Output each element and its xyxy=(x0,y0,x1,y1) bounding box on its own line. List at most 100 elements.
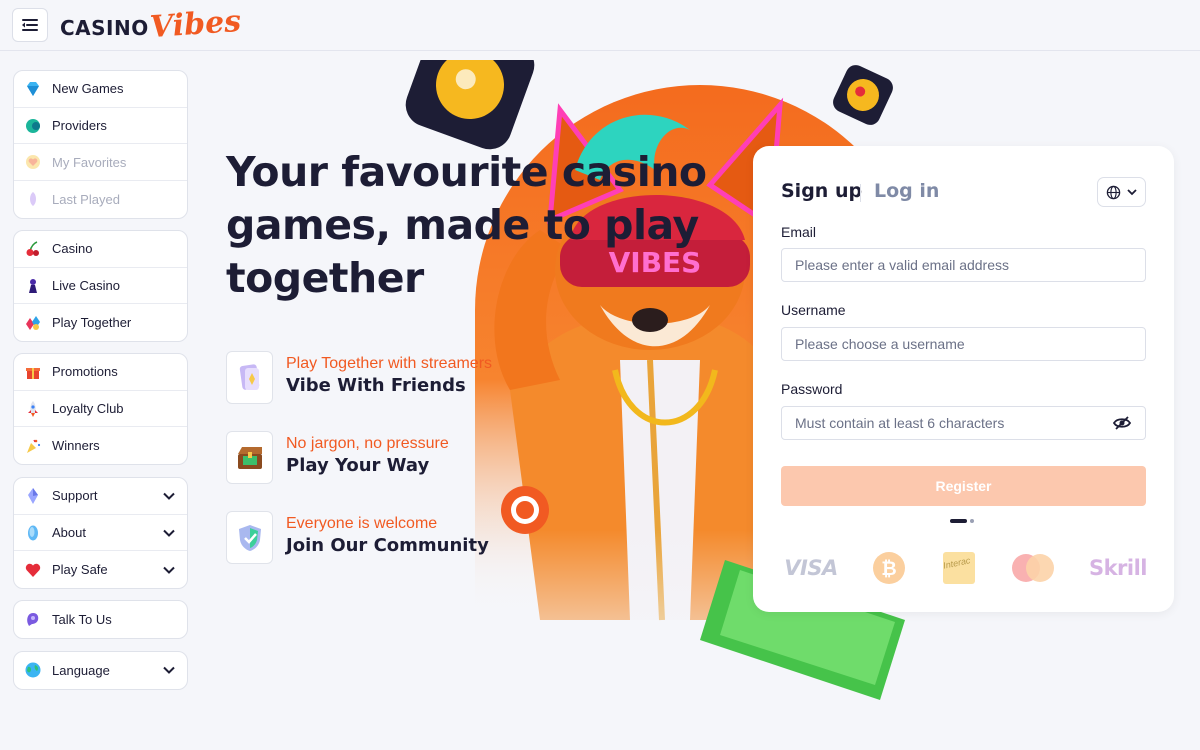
sidebar-group-casino: Casino Live Casino Play Together xyxy=(13,230,188,343)
sidebar-item-label: About xyxy=(52,525,86,541)
mastercard-icon xyxy=(1012,554,1054,582)
hero-title-line: Your favourite casino xyxy=(226,148,707,196)
sidebar-item-last-played[interactable]: Last Played xyxy=(14,181,187,218)
gem-icon xyxy=(24,80,42,98)
menu-icon xyxy=(22,19,38,31)
email-field[interactable] xyxy=(782,249,1145,281)
shield-check-icon xyxy=(238,524,261,551)
feature-icon-box xyxy=(226,431,273,484)
email-label: Email xyxy=(781,224,817,240)
sidebar-group-language: Language xyxy=(13,651,188,690)
svg-text:₿: ₿ xyxy=(881,558,896,580)
chest-icon xyxy=(237,446,262,469)
bitcoin-icon: ₿ xyxy=(873,552,905,584)
feature-tagline: Play Together with streamers xyxy=(286,355,493,372)
chat-icon xyxy=(24,610,42,628)
sidebar-group-games: New Games Providers My Favorites Last Pl… xyxy=(13,70,188,219)
sidebar-group-info: Support About Play Safe xyxy=(13,477,188,590)
feature-icon-box xyxy=(226,351,273,404)
cherry-icon xyxy=(24,240,42,258)
history-icon xyxy=(24,190,42,208)
feature-join-community: Everyone is welcome Join Our Community xyxy=(226,511,546,565)
sidebar-item-my-favorites[interactable]: My Favorites xyxy=(14,144,187,182)
logo-vibes-text: Vibes xyxy=(148,3,242,46)
heart-shield-icon xyxy=(24,561,42,579)
carousel-dot-active[interactable] xyxy=(950,519,967,523)
sidebar-item-label: Play Together xyxy=(52,315,132,331)
register-button[interactable]: Register xyxy=(781,466,1146,506)
sidebar-item-play-safe[interactable]: Play Safe xyxy=(14,551,187,588)
sidebar-item-label: Talk To Us xyxy=(52,611,112,627)
sidebar-item-label: Providers xyxy=(52,118,107,134)
multiplayer-icon xyxy=(24,314,42,332)
feature-tagline: No jargon, no pressure xyxy=(286,435,449,452)
sidebar-item-play-together[interactable]: Play Together xyxy=(14,304,187,341)
sidebar-item-providers[interactable]: Providers xyxy=(14,108,187,145)
username-label: Username xyxy=(781,302,846,318)
bitcoin-logo: ₿ xyxy=(871,549,907,587)
top-bar: CASINO Vibes xyxy=(0,0,1200,51)
sidebar-item-label: Live Casino xyxy=(52,278,120,294)
chevron-down-icon xyxy=(163,566,175,574)
globe-icon xyxy=(1106,185,1121,199)
site-logo[interactable]: CASINO Vibes xyxy=(60,3,242,46)
carousel-dot[interactable] xyxy=(970,519,974,523)
providers-icon xyxy=(24,117,42,135)
sidebar-item-label: Language xyxy=(52,662,110,678)
feature-heading: Vibe With Friends xyxy=(286,375,466,396)
sidebar-item-casino[interactable]: Casino xyxy=(14,231,187,268)
chevron-down-icon xyxy=(163,667,175,675)
tab-signup[interactable]: Sign up xyxy=(781,180,862,202)
password-label: Password xyxy=(781,381,843,397)
sidebar-item-loyalty-club[interactable]: Loyalty Club xyxy=(14,391,187,428)
mastercard-logo xyxy=(1009,549,1057,587)
language-select-button[interactable] xyxy=(1097,177,1146,207)
eye-slash-icon[interactable] xyxy=(1113,415,1131,431)
username-field-wrap xyxy=(781,327,1146,361)
sidebar-item-label: Winners xyxy=(52,438,100,454)
sidebar-item-live-casino[interactable]: Live Casino xyxy=(14,268,187,305)
sidebar-item-talk-to-us[interactable]: Talk To Us xyxy=(14,601,187,638)
hero-title-line: games, made to play xyxy=(226,201,699,249)
tab-login[interactable]: Log in xyxy=(874,180,939,202)
feature-tagline: Everyone is welcome xyxy=(286,515,438,532)
visa-text: VISA xyxy=(784,556,838,580)
sidebar-item-label: Support xyxy=(52,488,98,504)
sidebar-item-language[interactable]: Language xyxy=(14,652,187,689)
menu-toggle-button[interactable] xyxy=(12,8,48,42)
info-icon xyxy=(24,524,42,542)
sidebar-item-label: Casino xyxy=(52,241,93,257)
gift-icon xyxy=(24,363,42,381)
hero-title: Your favourite casino games, made to pla… xyxy=(226,146,746,305)
hero-title-line: together xyxy=(226,254,424,302)
sidebar-item-label: Play Safe xyxy=(52,562,108,578)
chevron-down-icon xyxy=(163,492,175,500)
heart-icon xyxy=(24,153,42,171)
support-icon xyxy=(24,487,42,505)
username-field[interactable] xyxy=(782,328,1145,360)
password-field[interactable] xyxy=(782,407,1145,439)
chevron-down-icon xyxy=(163,529,175,537)
feature-play-your-way: No jargon, no pressure Play Your Way xyxy=(226,431,546,485)
sidebar-item-label: My Favorites xyxy=(52,154,127,170)
rocket-icon xyxy=(24,400,42,418)
sidebar-item-promotions[interactable]: Promotions xyxy=(14,354,187,391)
sidebar-item-label: Promotions xyxy=(52,364,118,380)
logo-casino-text: CASINO xyxy=(60,16,149,40)
sidebar-item-new-games[interactable]: New Games xyxy=(14,71,187,108)
chess-pawn-icon xyxy=(24,277,42,295)
email-field-wrap xyxy=(781,248,1146,282)
feature-icon-box xyxy=(226,511,273,564)
chevron-down-icon xyxy=(1127,188,1137,195)
feature-heading: Play Your Way xyxy=(286,455,430,476)
sidebar-group-contact: Talk To Us xyxy=(13,600,188,639)
visa-logo: VISA xyxy=(781,549,841,587)
globe-icon xyxy=(24,661,42,679)
interac-logo: Interac xyxy=(941,549,977,587)
sidebar-item-support[interactable]: Support xyxy=(14,478,187,515)
sidebar-item-about[interactable]: About xyxy=(14,515,187,552)
sidebar-item-winners[interactable]: Winners xyxy=(14,427,187,464)
skrill-text: Skrill xyxy=(1088,556,1148,580)
card-icon xyxy=(239,363,259,390)
sidebar-group-rewards: Promotions Loyalty Club Winners xyxy=(13,353,188,466)
